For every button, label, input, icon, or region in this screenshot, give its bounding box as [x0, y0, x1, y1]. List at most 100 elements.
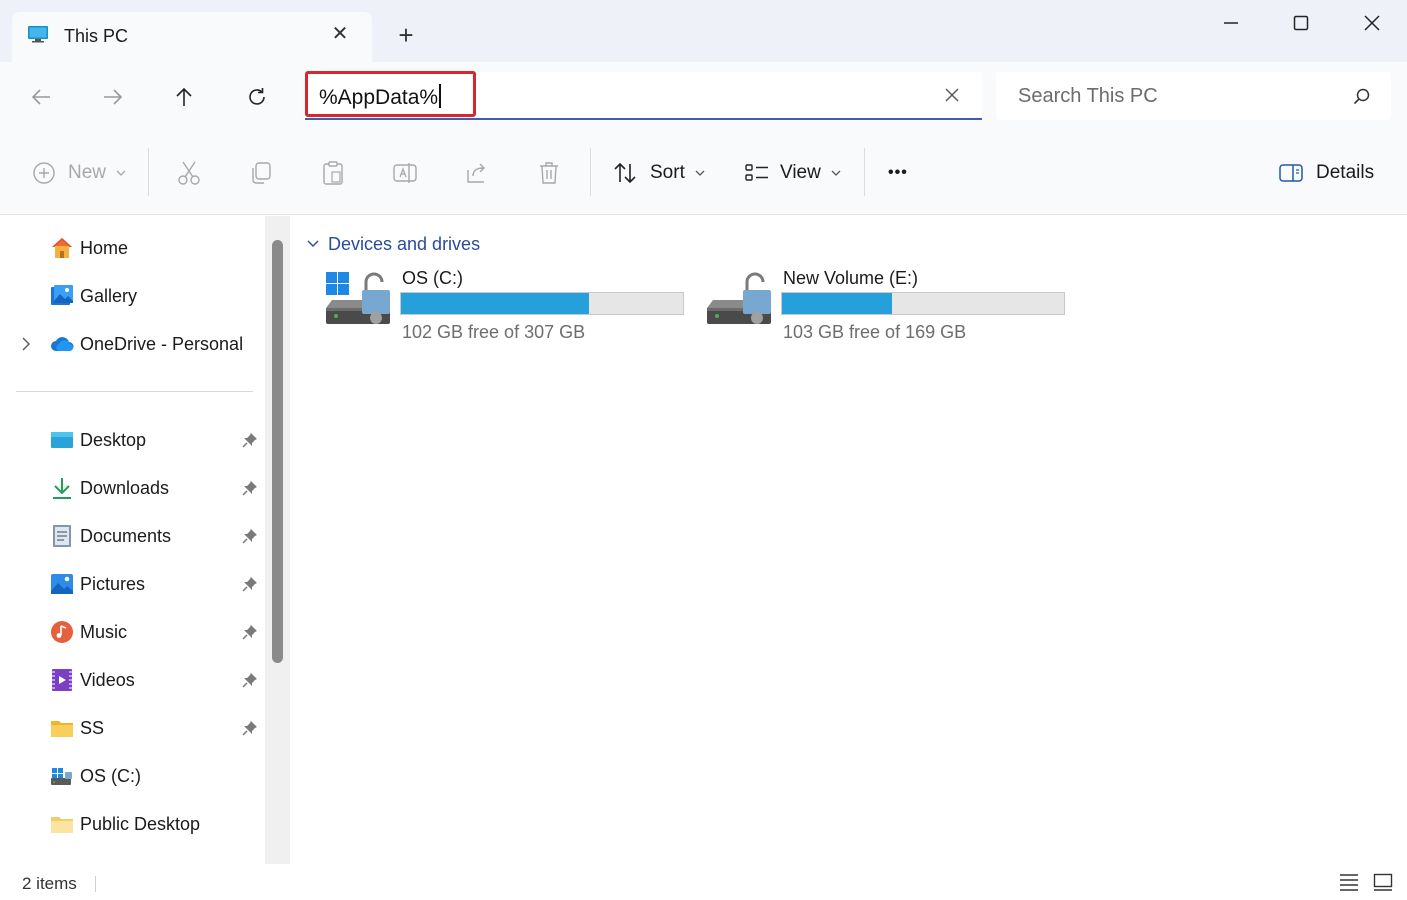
- separator: [864, 148, 865, 196]
- close-window-button[interactable]: [1337, 0, 1407, 46]
- paste-button[interactable]: [320, 156, 346, 190]
- new-tab-button[interactable]: +: [392, 22, 420, 50]
- minimize-button[interactable]: [1196, 0, 1266, 46]
- drive-usage-bar: [781, 292, 1065, 315]
- close-icon: [945, 88, 959, 102]
- sidebar-item-onedrive[interactable]: OneDrive - Personal: [0, 324, 262, 364]
- chevron-down-icon: [116, 170, 126, 176]
- details-button[interactable]: Details: [1278, 156, 1374, 190]
- sort-label: Sort: [650, 162, 685, 183]
- maximize-icon: [1293, 15, 1309, 31]
- search-input[interactable]: Search This PC: [1018, 85, 1158, 108]
- maximize-button[interactable]: [1266, 0, 1336, 46]
- sidebar-item-os-c[interactable]: OS (C:): [0, 756, 262, 796]
- sidebar-divider: [16, 391, 253, 392]
- forward-button[interactable]: [96, 80, 130, 114]
- new-button[interactable]: New: [32, 156, 126, 190]
- chevron-right-icon[interactable]: [18, 336, 34, 352]
- drive-item-os-c[interactable]: OS (C:) 102 GB free of 307 GB: [324, 266, 694, 346]
- sidebar-item-label: Videos: [80, 670, 135, 690]
- music-icon: [51, 621, 73, 643]
- tab-title: This PC: [64, 26, 129, 46]
- pictures-icon: [51, 574, 73, 594]
- separator: [95, 876, 96, 892]
- search-box[interactable]: Search This PC: [996, 72, 1391, 120]
- clear-address-button[interactable]: [941, 84, 963, 106]
- separator: [590, 148, 591, 196]
- pin-icon[interactable]: [242, 576, 258, 592]
- sidebar-item-music[interactable]: Music: [0, 612, 262, 652]
- drive-icon: [51, 768, 72, 785]
- videos-icon: [52, 669, 72, 691]
- sidebar-item-label: Public Desktop: [80, 814, 201, 834]
- pin-icon[interactable]: [242, 624, 258, 640]
- copy-button[interactable]: [248, 156, 274, 190]
- plus-circle-icon: [33, 162, 55, 184]
- pin-icon[interactable]: [242, 672, 258, 688]
- chevron-down-icon: [307, 240, 319, 247]
- sidebar-item-gallery[interactable]: Gallery: [0, 276, 262, 316]
- sidebar-item-pictures[interactable]: Pictures: [0, 564, 262, 604]
- pin-icon[interactable]: [242, 528, 258, 544]
- search-icon[interactable]: [1352, 87, 1372, 107]
- drive-item-new-volume-e[interactable]: New Volume (E:) 103 GB free of 169 GB: [705, 266, 1075, 346]
- details-label: Details: [1316, 162, 1375, 183]
- back-button[interactable]: [24, 80, 58, 114]
- refresh-button[interactable]: [240, 80, 274, 114]
- tab-close-icon[interactable]: ✕: [328, 22, 352, 46]
- monitor-icon: [28, 26, 48, 43]
- sidebar-item-label: Music: [80, 622, 128, 642]
- more-icon: •••: [888, 164, 908, 181]
- drive-name: New Volume (E:): [783, 268, 919, 288]
- item-count: 2 items: [22, 874, 77, 893]
- sidebar-item-home[interactable]: Home: [0, 228, 262, 268]
- drive-free-space: 102 GB free of 307 GB: [402, 322, 586, 342]
- drive-usage-fill: [401, 293, 590, 314]
- desktop-folder-icon: [51, 432, 73, 448]
- status-bar: 2 items: [0, 864, 1407, 900]
- sidebar-item-label: Documents: [80, 526, 172, 546]
- details-view-toggle[interactable]: [1338, 872, 1360, 892]
- tab-this-pc[interactable]: This PC ✕: [12, 12, 372, 62]
- devices-and-drives-group-header[interactable]: Devices and drives: [306, 232, 480, 256]
- view-label: View: [780, 162, 821, 183]
- chevron-down-icon: [695, 170, 705, 176]
- minimize-icon: [1224, 22, 1238, 24]
- cut-button[interactable]: [176, 156, 202, 190]
- sidebar-item-public-desktop[interactable]: Public Desktop: [0, 804, 262, 844]
- pin-icon[interactable]: [242, 720, 258, 736]
- rename-button[interactable]: [392, 156, 418, 190]
- sidebar-item-desktop[interactable]: Desktop: [0, 420, 262, 460]
- sidebar-item-ss[interactable]: SS: [0, 708, 262, 748]
- refresh-icon: [249, 88, 265, 105]
- tiles-view-toggle[interactable]: [1372, 872, 1394, 892]
- sort-button[interactable]: Sort: [612, 156, 705, 190]
- view-button[interactable]: View: [744, 156, 841, 190]
- share-button[interactable]: [464, 156, 490, 190]
- command-bar: New Sort View ••• Details: [0, 130, 1407, 215]
- sidebar-item-label: OneDrive - Personal: [80, 334, 244, 354]
- details-pane-icon: [1279, 164, 1303, 182]
- address-bar[interactable]: %AppData%: [305, 71, 982, 120]
- new-label: New: [68, 162, 107, 183]
- sidebar-item-label: Pictures: [80, 574, 146, 594]
- close-icon: [1364, 15, 1380, 31]
- delete-button[interactable]: [536, 156, 562, 190]
- more-options-button[interactable]: •••: [888, 156, 908, 190]
- sidebar-item-documents[interactable]: Documents: [0, 516, 262, 556]
- drive-usage-bar: [400, 292, 684, 315]
- pin-icon[interactable]: [242, 480, 258, 496]
- sidebar-item-label: Gallery: [80, 286, 138, 306]
- pin-icon[interactable]: [242, 432, 258, 448]
- trash-icon: [540, 162, 558, 184]
- sidebar-item-label: SS: [80, 718, 105, 738]
- sidebar-item-downloads[interactable]: Downloads: [0, 468, 262, 508]
- sidebar-item-videos[interactable]: Videos: [0, 660, 262, 700]
- drive-name: OS (C:): [402, 268, 463, 288]
- up-button[interactable]: [167, 80, 201, 114]
- share-icon: [467, 163, 485, 183]
- sort-icon: [614, 162, 636, 184]
- sidebar-scrollbar-thumb[interactable]: [272, 240, 283, 663]
- sidebar-item-label: Desktop: [80, 430, 147, 450]
- tiles-view-icon: [1373, 873, 1393, 891]
